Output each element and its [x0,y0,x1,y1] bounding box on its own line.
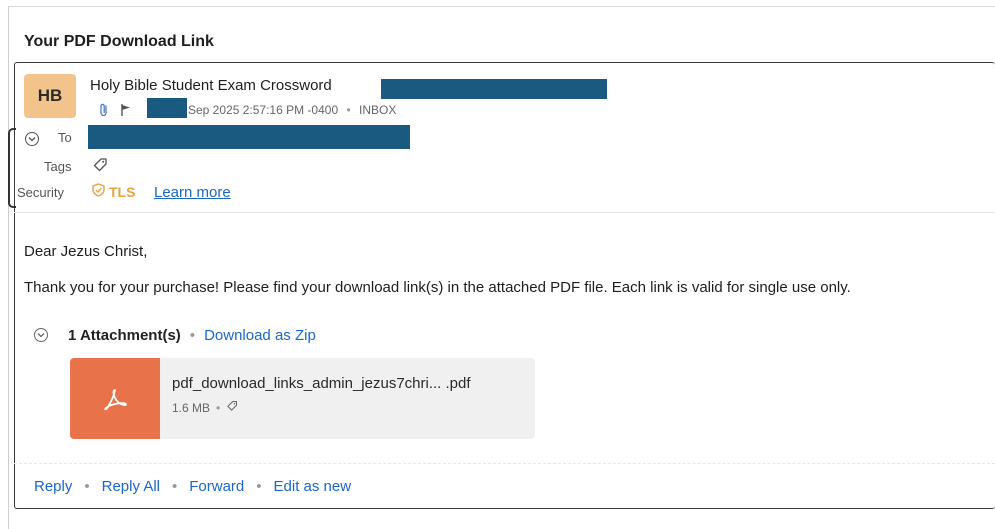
security-status: TLS [92,183,135,200]
action-separator: • [256,478,262,495]
redacted-date-prefix [147,98,187,118]
edit-as-new-button[interactable]: Edit as new [274,478,352,495]
paperclip-icon [96,102,112,118]
message-meta [96,100,140,120]
attachment-meta: 1.6 MB • [172,400,471,415]
header-divider [14,212,995,213]
collapse-attachments-icon[interactable] [34,328,48,342]
flag-icon[interactable] [118,102,134,118]
redacted-sender-address [381,79,607,99]
email-subject: Your PDF Download Link [24,33,214,50]
footer-divider [14,463,995,464]
forward-button[interactable]: Forward [189,478,244,495]
avatar[interactable]: HB [24,74,76,118]
pdf-icon [70,358,160,439]
collapse-recipients-icon[interactable] [25,132,39,146]
security-label: Security [17,185,64,200]
action-separator: • [84,478,90,495]
sender-name[interactable]: Holy Bible Student Exam Crossword [90,77,332,94]
attachment-card[interactable]: pdf_download_links_admin_jezus7chri... .… [70,358,535,439]
tag-icon[interactable] [92,157,108,178]
download-zip-link[interactable]: Download as Zip [204,327,316,344]
action-separator: • [171,478,178,495]
attachment-size: 1.6 MB [172,400,211,415]
message-date: Sep 2025 2:57:16 PM -0400 • INBOX [188,103,396,117]
attachment-info: pdf_download_links_admin_jezus7chri... .… [160,358,471,439]
redacted-recipient [88,125,410,149]
attachment-filename[interactable]: pdf_download_links_admin_jezus7chri... .… [172,375,471,392]
tag-icon[interactable] [226,400,238,415]
attachment-count: 1 Attachment(s) [68,326,181,344]
tls-label: TLS [109,183,136,200]
learn-more-link[interactable]: Learn more [154,184,231,201]
reply-button[interactable]: Reply [34,478,72,495]
to-label: To [58,130,72,145]
email-body: Thank you for your purchase! Please find… [24,279,851,296]
meta-separator: • [346,103,351,117]
reply-all-button[interactable]: Reply All [102,478,160,495]
date-text: Sep 2025 2:57:16 PM -0400 [188,103,339,117]
header-bracket [8,128,16,208]
attachment-size-separator: • [216,400,221,415]
attachments-header: 1 Attachment(s) • Download as Zip [34,324,316,346]
message-actions: Reply • Reply All • Forward • Edit as ne… [34,478,351,495]
email-greeting: Dear Jezus Christ, [24,243,148,260]
tags-label: Tags [44,159,72,174]
shield-icon [92,183,105,200]
attachment-separator: • [189,326,196,344]
folder-label: INBOX [359,103,397,117]
